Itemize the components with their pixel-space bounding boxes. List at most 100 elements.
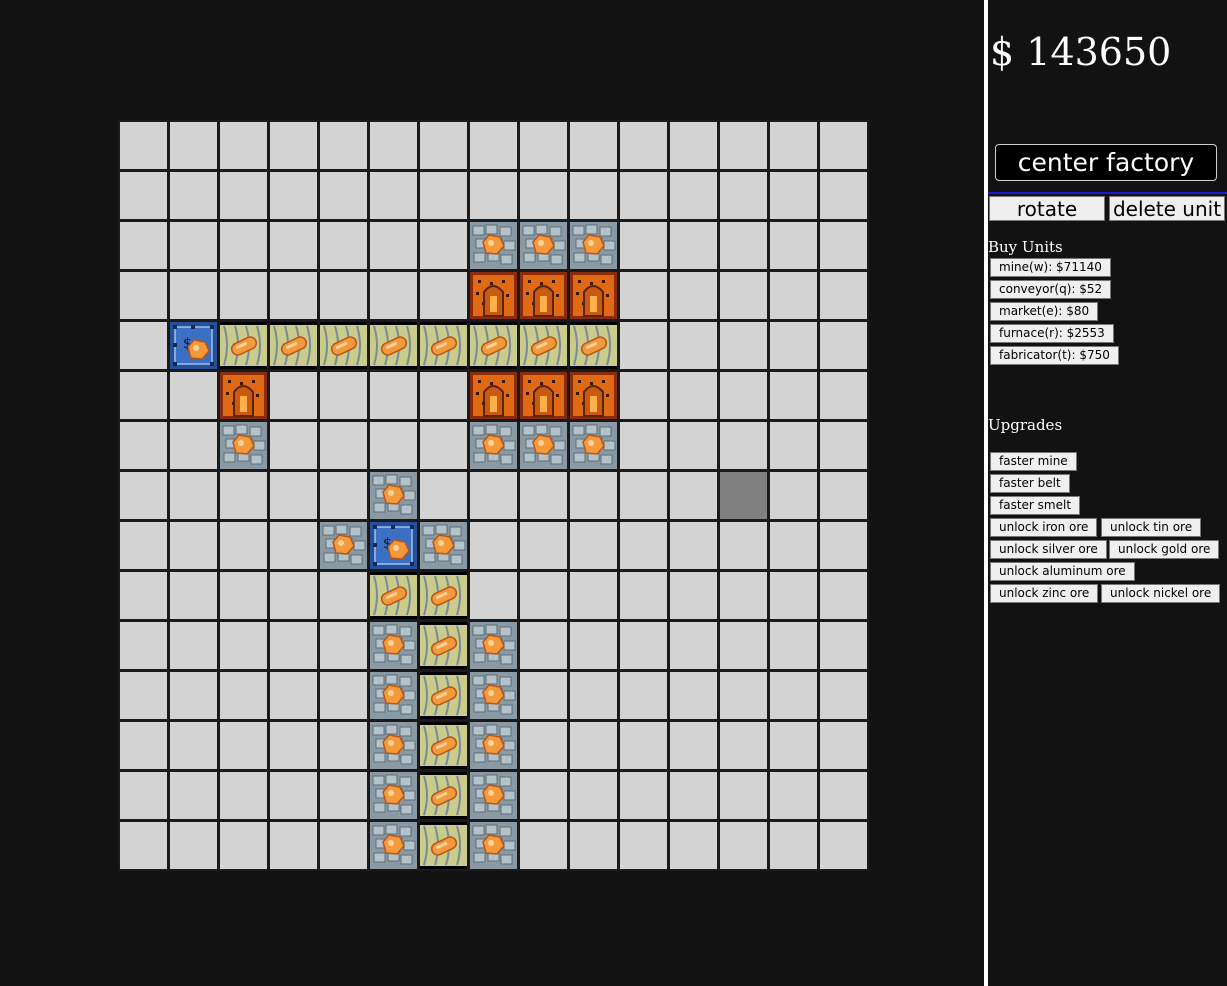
grid-cell[interactable] (169, 521, 217, 569)
grid-cell[interactable] (669, 321, 717, 369)
grid-cell[interactable] (119, 321, 167, 369)
grid-cell[interactable] (819, 571, 867, 619)
grid-cell[interactable] (769, 671, 817, 719)
grid-cell[interactable] (119, 371, 167, 419)
grid-cell[interactable] (619, 671, 667, 719)
grid-cell[interactable] (319, 571, 367, 619)
grid-cell[interactable] (219, 171, 267, 219)
grid-cell[interactable] (519, 121, 567, 169)
grid-cell[interactable] (719, 121, 767, 169)
grid-cell[interactable] (669, 171, 717, 219)
furnace-unit[interactable] (569, 271, 617, 319)
grid-cell[interactable] (569, 721, 617, 769)
conveyor-unit[interactable] (369, 321, 417, 369)
grid-cell[interactable] (819, 671, 867, 719)
grid-cell[interactable] (519, 671, 567, 719)
grid-cell[interactable] (719, 721, 767, 769)
grid-cell[interactable] (369, 421, 417, 469)
grid-cell[interactable] (419, 371, 467, 419)
grid-cell[interactable] (769, 771, 817, 819)
buy-furnace-button[interactable]: furnace(r): $2553 (990, 324, 1114, 343)
grid-cell[interactable] (219, 771, 267, 819)
grid-cell[interactable] (619, 771, 667, 819)
mine-unit[interactable] (319, 521, 367, 569)
mine-unit[interactable] (469, 621, 517, 669)
grid-cell[interactable] (319, 121, 367, 169)
grid-cell[interactable] (119, 471, 167, 519)
grid-cell[interactable] (369, 171, 417, 219)
grid-cell[interactable] (369, 271, 417, 319)
mine-unit[interactable] (419, 521, 467, 569)
conveyor-unit[interactable] (419, 821, 467, 869)
grid-cell[interactable] (619, 121, 667, 169)
grid-cell[interactable] (219, 121, 267, 169)
unlock-aluminum-ore-button[interactable]: unlock aluminum ore (990, 562, 1135, 581)
grid-cell[interactable] (319, 721, 367, 769)
grid-cell[interactable] (669, 471, 717, 519)
grid-cell[interactable] (219, 221, 267, 269)
upgrade-faster-belt-button[interactable]: faster belt (990, 474, 1070, 493)
conveyor-unit[interactable] (369, 571, 417, 619)
grid-cell[interactable] (669, 771, 717, 819)
grid-cell[interactable] (819, 271, 867, 319)
grid-cell[interactable] (819, 421, 867, 469)
grid-cell[interactable] (619, 271, 667, 319)
grid-cell[interactable] (169, 371, 217, 419)
grid-cell[interactable] (819, 171, 867, 219)
grid-cell[interactable] (819, 621, 867, 669)
grid-cell[interactable] (569, 671, 617, 719)
furnace-unit[interactable] (219, 371, 267, 419)
grid-cell[interactable] (569, 621, 617, 669)
grid-cell[interactable] (819, 821, 867, 869)
mine-unit[interactable] (369, 671, 417, 719)
conveyor-unit[interactable] (419, 571, 467, 619)
grid-cell[interactable] (119, 171, 167, 219)
grid-cell[interactable] (619, 621, 667, 669)
unlock-iron-ore-button[interactable]: unlock iron ore (990, 518, 1098, 537)
grid-cell[interactable] (169, 671, 217, 719)
mine-unit[interactable] (369, 771, 417, 819)
grid-cell[interactable] (369, 371, 417, 419)
furnace-unit[interactable] (519, 371, 567, 419)
conveyor-unit[interactable] (269, 321, 317, 369)
grid-cell[interactable] (419, 121, 467, 169)
grid-cell[interactable] (719, 371, 767, 419)
furnace-unit[interactable] (569, 371, 617, 419)
factory-grid[interactable]: $ $ (118, 120, 869, 871)
grid-cell[interactable] (619, 371, 667, 419)
grid-cell[interactable] (769, 121, 817, 169)
delete-unit-button[interactable]: delete unit (1109, 196, 1225, 221)
grid-cell[interactable] (169, 271, 217, 319)
conveyor-unit[interactable] (219, 321, 267, 369)
unlock-zinc-ore-button[interactable]: unlock zinc ore (990, 584, 1099, 603)
unlock-gold-ore-button[interactable]: unlock gold ore (1109, 540, 1220, 559)
mine-unit[interactable] (569, 421, 617, 469)
grid-cell[interactable] (219, 271, 267, 319)
mine-unit[interactable] (369, 721, 417, 769)
grid-cell[interactable] (669, 221, 717, 269)
grid-cell[interactable] (519, 621, 567, 669)
grid-cell[interactable] (769, 271, 817, 319)
grid-cell[interactable] (169, 121, 217, 169)
grid-cell[interactable] (669, 271, 717, 319)
grid-cell[interactable] (619, 321, 667, 369)
mine-unit[interactable] (569, 221, 617, 269)
grid-cell[interactable] (519, 521, 567, 569)
grid-cell[interactable] (169, 471, 217, 519)
mine-unit[interactable] (469, 671, 517, 719)
mine-unit[interactable] (469, 771, 517, 819)
grid-cell[interactable] (819, 721, 867, 769)
mine-unit[interactable] (469, 721, 517, 769)
grid-cell[interactable] (519, 821, 567, 869)
grid-cell[interactable] (569, 771, 617, 819)
grid-cell[interactable] (569, 171, 617, 219)
grid-cell[interactable] (619, 471, 667, 519)
grid-cell[interactable] (269, 171, 317, 219)
grid-cell[interactable] (719, 171, 767, 219)
grid-cell[interactable] (769, 621, 817, 669)
grid-cell[interactable] (769, 521, 817, 569)
mine-unit[interactable] (369, 621, 417, 669)
grid-cell[interactable] (119, 571, 167, 619)
grid-cell[interactable] (669, 671, 717, 719)
grid-cell[interactable] (669, 721, 717, 769)
